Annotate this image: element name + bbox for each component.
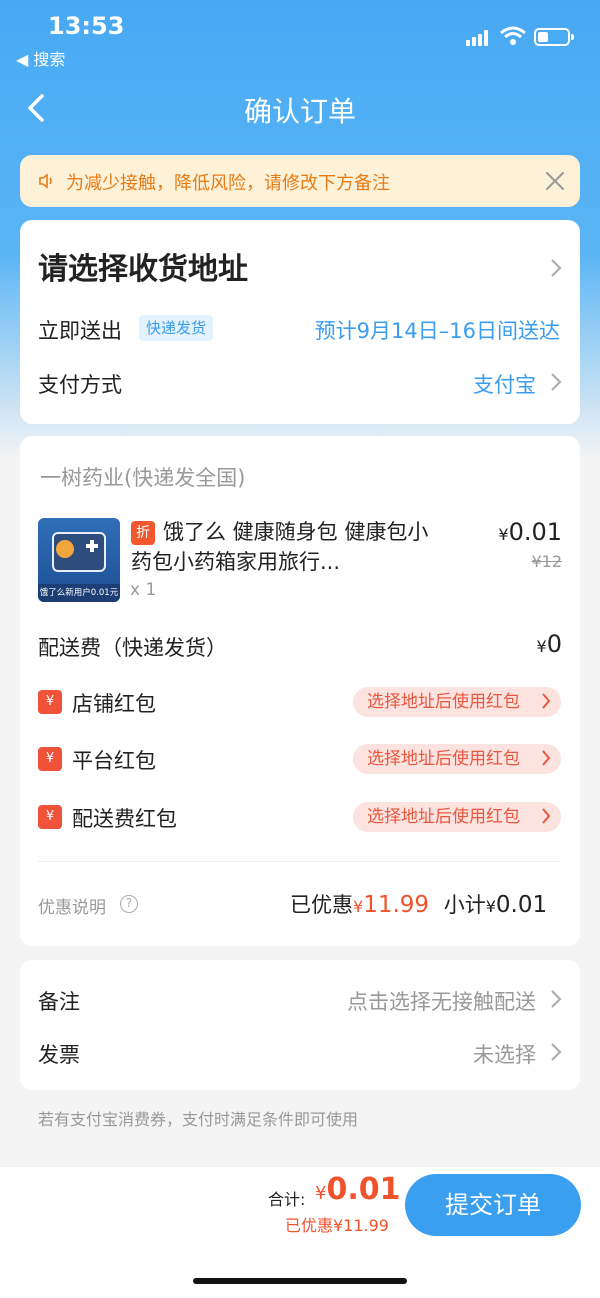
shop-name[interactable]: 一树药业(快递发全国) bbox=[40, 462, 245, 492]
notice-bar: 为减少接触，降低风险，请修改下方备注 bbox=[20, 155, 580, 207]
delivery-red-packet-label: 配送费红包 bbox=[72, 807, 177, 831]
subtotal-value: 0.01 bbox=[495, 892, 548, 918]
chevron-right-icon[interactable] bbox=[550, 372, 562, 392]
chevron-right-icon[interactable] bbox=[550, 1042, 562, 1062]
home-indicator[interactable] bbox=[193, 1278, 407, 1284]
close-icon[interactable] bbox=[544, 170, 566, 192]
submit-order-button[interactable]: 提交订单 bbox=[405, 1174, 581, 1236]
product-quantity: x 1 bbox=[130, 580, 157, 600]
discount-summary: 已优惠¥11.99 小计¥0.01 bbox=[290, 889, 547, 919]
price-value: 0.01 bbox=[508, 518, 562, 546]
battery-icon bbox=[534, 28, 574, 46]
remark-label: 备注 bbox=[38, 990, 80, 1014]
remark-value[interactable]: 点击选择无接触配送 bbox=[347, 986, 536, 1016]
delivery-estimate: 预计9月14日–16日间送达 bbox=[314, 319, 560, 343]
price-currency: ¥ bbox=[498, 525, 509, 544]
coupon-hint: 若有支付宝消费券，支付时满足条件即可使用 bbox=[38, 1110, 359, 1129]
chevron-right-icon bbox=[542, 750, 551, 766]
back-arrow-icon[interactable] bbox=[24, 92, 48, 124]
status-time: 13:53 bbox=[48, 12, 125, 40]
fee-value: 0 bbox=[546, 630, 562, 658]
notice-text: 为减少接触，降低风险，请修改下方备注 bbox=[66, 173, 390, 194]
delivery-fee: ¥0 bbox=[537, 630, 562, 658]
delivery-label: 立即送出 bbox=[38, 319, 122, 343]
page-title: 确认订单 bbox=[243, 95, 356, 128]
saved-currency: ¥ bbox=[353, 897, 364, 916]
shop-red-packet-button[interactable]: 选择地址后使用红包 bbox=[353, 687, 561, 717]
total-currency: ¥ bbox=[315, 1183, 327, 1204]
platform-red-packet-label: 平台红包 bbox=[72, 749, 156, 773]
product-price: ¥0.01 bbox=[498, 518, 562, 546]
product-image[interactable]: 饿了么新用户0.01元 bbox=[38, 518, 120, 602]
invoice-label: 发票 bbox=[38, 1043, 80, 1067]
payment-method-value[interactable]: 支付宝 bbox=[473, 369, 536, 399]
payment-label: 支付方式 bbox=[38, 373, 122, 397]
wifi-icon bbox=[500, 26, 526, 45]
total-saved: 已优惠¥11.99 bbox=[285, 1216, 389, 1235]
signal-icon bbox=[466, 30, 492, 46]
divider bbox=[38, 861, 560, 862]
platform-red-packet-button[interactable]: 选择地址后使用红包 bbox=[353, 744, 561, 774]
back-to-app-link[interactable]: ◀ 搜索 bbox=[16, 46, 65, 70]
chevron-right-icon[interactable] bbox=[550, 258, 562, 278]
chevron-right-icon[interactable] bbox=[550, 989, 562, 1009]
shop-red-packet-label: 店铺红包 bbox=[72, 692, 156, 716]
invoice-value[interactable]: 未选择 bbox=[473, 1039, 536, 1069]
total-value: 0.01 bbox=[326, 1172, 401, 1207]
platform-red-packet-action: 选择地址后使用红包 bbox=[367, 749, 520, 769]
fee-currency: ¥ bbox=[536, 637, 547, 656]
total-amount: ¥0.01 bbox=[315, 1172, 400, 1207]
red-packet-icon: ¥ bbox=[38, 690, 62, 714]
product-image-caption: 饿了么新用户0.01元 bbox=[38, 584, 120, 602]
saved-label: 已优惠 bbox=[290, 893, 353, 917]
subtotal-label: 小计 bbox=[443, 893, 486, 917]
chevron-right-icon bbox=[542, 808, 551, 824]
red-packet-icon: ¥ bbox=[38, 805, 62, 829]
red-packet-icon: ¥ bbox=[38, 747, 62, 771]
total-label: 合计: bbox=[268, 1190, 306, 1209]
delivery-red-packet-button[interactable]: 选择地址后使用红包 bbox=[353, 802, 561, 832]
delivery-tag: 快递发货 bbox=[139, 315, 214, 341]
discount-badge: 折 bbox=[131, 521, 155, 545]
saved-amount: 11.99 bbox=[363, 892, 430, 918]
shop-red-packet-action: 选择地址后使用红包 bbox=[367, 692, 520, 712]
extras-card bbox=[20, 960, 580, 1090]
original-price: ¥12 bbox=[531, 552, 562, 571]
help-icon[interactable]: ? bbox=[120, 895, 138, 913]
delivery-red-packet-action: 选择地址后使用红包 bbox=[367, 807, 520, 827]
chevron-right-icon bbox=[542, 693, 551, 709]
discount-info-label[interactable]: 优惠说明 bbox=[38, 893, 106, 918]
select-address-title[interactable]: 请选择收货地址 bbox=[38, 244, 248, 288]
delivery-fee-label: 配送费（快递发货） bbox=[38, 636, 227, 660]
speaker-icon bbox=[39, 173, 52, 189]
subtotal-currency: ¥ bbox=[485, 897, 496, 916]
product-name[interactable]: 饿了么 健康随身包 健康包小药包小药箱家用旅行... bbox=[131, 517, 431, 577]
